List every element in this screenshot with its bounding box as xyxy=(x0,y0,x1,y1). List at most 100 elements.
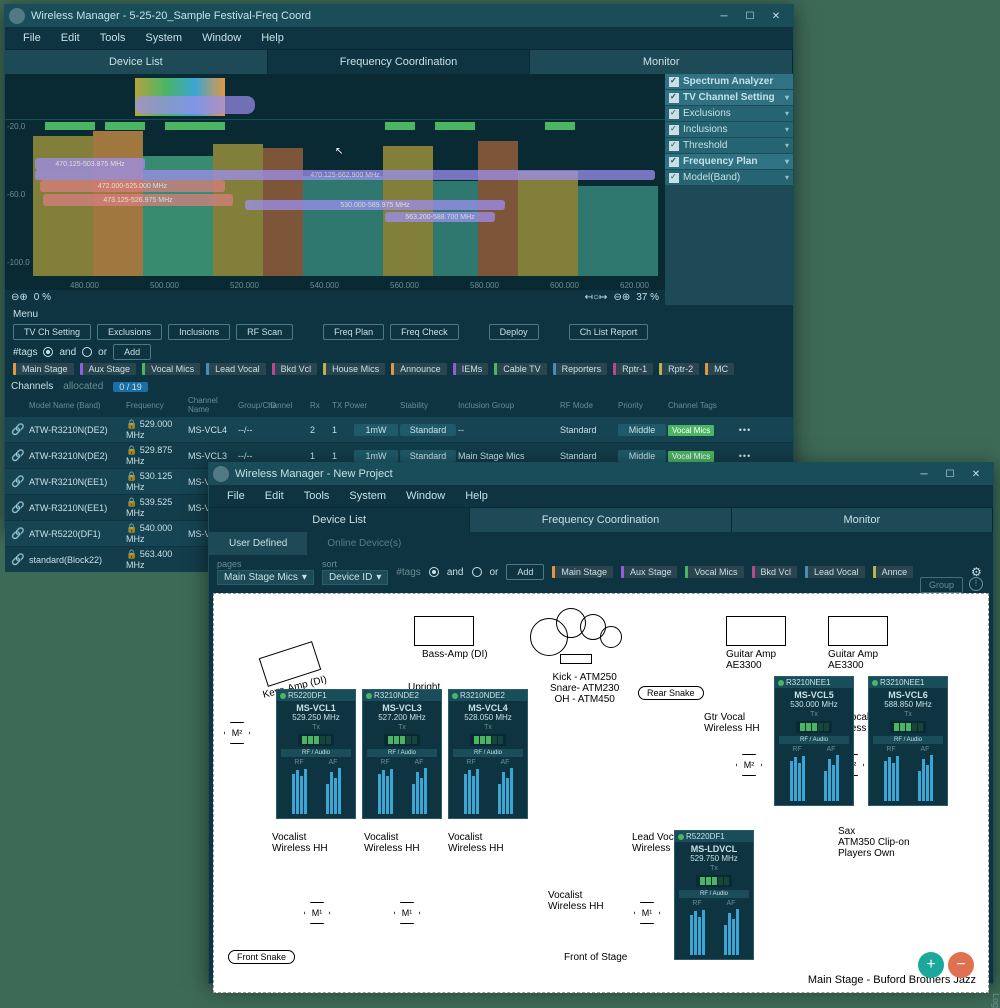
rf-audio-toggle[interactable]: RF / Audio xyxy=(453,749,523,757)
checkbox-icon[interactable] xyxy=(669,77,679,87)
device-card[interactable]: R3210NEE1 MS-VCL6 588.850 MHz Tx RF / Au… xyxy=(868,676,948,806)
tab-device-list[interactable]: Device List xyxy=(209,508,470,532)
menu-edit[interactable]: Edit xyxy=(51,29,90,47)
link-icon[interactable]: 🔗 xyxy=(9,475,27,488)
tag-chip[interactable]: Cable TV xyxy=(494,363,546,375)
menu-window[interactable]: Window xyxy=(192,29,251,47)
tab-device-list[interactable]: Device List xyxy=(5,50,268,74)
link-icon[interactable]: 🔗 xyxy=(9,423,27,436)
tx-power[interactable]: 1mW xyxy=(354,424,398,436)
priority[interactable]: Middle xyxy=(618,424,666,436)
add-fab[interactable]: + xyxy=(918,952,944,978)
checkbox-icon[interactable] xyxy=(669,173,679,183)
device-card[interactable]: R5220DF1 MS-LDVCL 529.750 MHz Tx RF / Au… xyxy=(674,830,754,960)
sort-dropdown[interactable]: Device ID▾ xyxy=(322,570,388,585)
rf-audio-toggle[interactable]: RF / Audio xyxy=(779,736,849,744)
menu-tools[interactable]: Tools xyxy=(294,487,340,505)
ch-list-report-button[interactable]: Ch List Report xyxy=(569,324,649,340)
maximize-button[interactable]: ☐ xyxy=(937,463,963,485)
menu-help[interactable]: Help xyxy=(251,29,294,47)
menu-file[interactable]: File xyxy=(217,487,255,505)
tag-chip[interactable]: Rptr-1 xyxy=(613,363,653,375)
checkbox-icon[interactable] xyxy=(669,141,679,151)
table-row[interactable]: 🔗 ATW-R3210N(DE2) 🔒 529.000 MHz MS-VCL4 … xyxy=(5,416,793,442)
stage-canvas[interactable]: Bass-Amp (DI) Keys-Amp (DI) Guitar Amp A… xyxy=(213,593,989,993)
side-threshold[interactable]: Threshold▾ xyxy=(665,138,793,153)
tag-chip[interactable]: Bkd Vcl xyxy=(752,566,798,578)
checkbox-icon[interactable] xyxy=(669,125,679,135)
monitor-m1[interactable]: M¹ xyxy=(634,902,660,924)
tag-chip[interactable]: Vocal Mics xyxy=(142,363,200,375)
minimize-button[interactable]: ─ xyxy=(911,463,937,485)
link-icon[interactable]: 🔗 xyxy=(9,553,27,566)
tag-chip[interactable]: Main Stage xyxy=(13,363,74,375)
rear-snake-button[interactable]: Rear Snake xyxy=(638,686,704,700)
tag-chip[interactable]: Lead Vocal xyxy=(805,566,865,578)
tag-chip[interactable]: Bkd Vcl xyxy=(272,363,318,375)
add-tag-button[interactable]: Add xyxy=(113,344,151,360)
titlebar[interactable]: Wireless Manager - New Project ─ ☐ ✕ xyxy=(209,463,993,485)
tab-monitor[interactable]: Monitor xyxy=(530,50,793,74)
guitar-amp1-box[interactable] xyxy=(726,616,786,646)
menu-system[interactable]: System xyxy=(135,29,192,47)
add-tag-button[interactable]: Add xyxy=(506,564,544,580)
menu-tools[interactable]: Tools xyxy=(90,29,136,47)
tag-chip[interactable]: Rptr-2 xyxy=(659,363,699,375)
maximize-button[interactable]: ☐ xyxy=(737,5,763,27)
freq-check-button[interactable]: Freq Check xyxy=(390,324,459,340)
side-exclusions[interactable]: Exclusions▾ xyxy=(665,106,793,121)
tag-chip[interactable]: House Mics xyxy=(323,363,385,375)
spectrum-plot[interactable]: -20.0 -60.0 -100.0 xyxy=(5,120,665,290)
device-card[interactable]: R3210NDE2 MS-VCL4 528.050 MHz Tx RF / Au… xyxy=(448,689,528,819)
titlebar[interactable]: Wireless Manager - 5-25-20_Sample Festiv… xyxy=(5,5,793,27)
menu-window[interactable]: Window xyxy=(396,487,455,505)
radio-and[interactable] xyxy=(43,347,53,357)
link-icon[interactable]: 🔗 xyxy=(9,501,27,514)
monitor-m1[interactable]: M¹ xyxy=(304,902,330,924)
tag-chip[interactable]: Annce xyxy=(873,566,914,578)
device-card[interactable]: R5220DF1 MS-VCL1 529.250 MHz Tx RF / Aud… xyxy=(276,689,356,819)
device-card[interactable]: R3210NEE1 MS-VCL5 530.000 MHz Tx RF / Au… xyxy=(774,676,854,806)
zoom-out-icon[interactable]: ⊖⊕ xyxy=(11,292,28,303)
checkbox-icon[interactable] xyxy=(669,109,679,119)
device-card[interactable]: R3210NDE2 MS-VCL3 527.200 MHz Tx RF / Au… xyxy=(362,689,442,819)
close-button[interactable]: ✕ xyxy=(963,463,989,485)
stability[interactable]: Standard xyxy=(400,450,456,462)
guitar-amp2-box[interactable] xyxy=(828,616,888,646)
rf-audio-toggle[interactable]: RF / Audio xyxy=(367,749,437,757)
pages-dropdown[interactable]: Main Stage Mics▾ xyxy=(217,570,314,585)
radio-and[interactable] xyxy=(429,567,439,577)
bass-amp-box[interactable] xyxy=(414,616,474,646)
menu-file[interactable]: File xyxy=(13,29,51,47)
link-icon[interactable]: 🔗 xyxy=(9,449,27,462)
tv-ch-setting-button[interactable]: TV Ch Setting xyxy=(13,324,91,340)
front-snake-button[interactable]: Front Snake xyxy=(228,950,295,964)
inclusions-button[interactable]: Inclusions xyxy=(168,324,230,340)
log-label[interactable]: Log xyxy=(991,993,1000,1008)
tag-chip[interactable]: Aux Stage xyxy=(621,566,678,578)
tag-chip[interactable]: MC xyxy=(705,363,734,375)
rf-audio-toggle[interactable]: RF / Audio xyxy=(281,749,351,757)
rf-scan-button[interactable]: RF Scan xyxy=(236,324,293,340)
side-model-band[interactable]: Model(Band)▾ xyxy=(665,170,793,185)
zoom-out2-icon[interactable]: ⊖⊕ xyxy=(613,292,630,303)
freq-plan-button[interactable]: Freq Plan xyxy=(323,324,384,340)
subtab-online-devices[interactable]: Online Device(s) xyxy=(307,532,421,555)
deploy-button[interactable]: Deploy xyxy=(489,324,539,340)
rf-audio-toggle[interactable]: RF / Audio xyxy=(873,736,943,744)
monitor-m1[interactable]: M¹ xyxy=(394,902,420,924)
tag-chip[interactable]: Aux Stage xyxy=(80,363,137,375)
tag-chip[interactable]: Vocal Mics xyxy=(685,566,743,578)
tab-monitor[interactable]: Monitor xyxy=(732,508,993,532)
info-icon[interactable]: ! xyxy=(969,577,983,591)
subtab-user-defined[interactable]: User Defined xyxy=(209,532,307,555)
radio-or[interactable] xyxy=(472,567,482,577)
tx-power[interactable]: 1mW xyxy=(354,450,398,462)
minimize-button[interactable]: ─ xyxy=(711,5,737,27)
exclusions-button[interactable]: Exclusions xyxy=(97,324,162,340)
tab-freq-coord[interactable]: Frequency Coordination xyxy=(268,50,531,74)
more-icon[interactable]: ••• xyxy=(734,451,756,461)
group-button[interactable]: Group xyxy=(920,577,963,593)
menu-help[interactable]: Help xyxy=(455,487,498,505)
monitor-m2[interactable]: M² xyxy=(736,754,762,776)
